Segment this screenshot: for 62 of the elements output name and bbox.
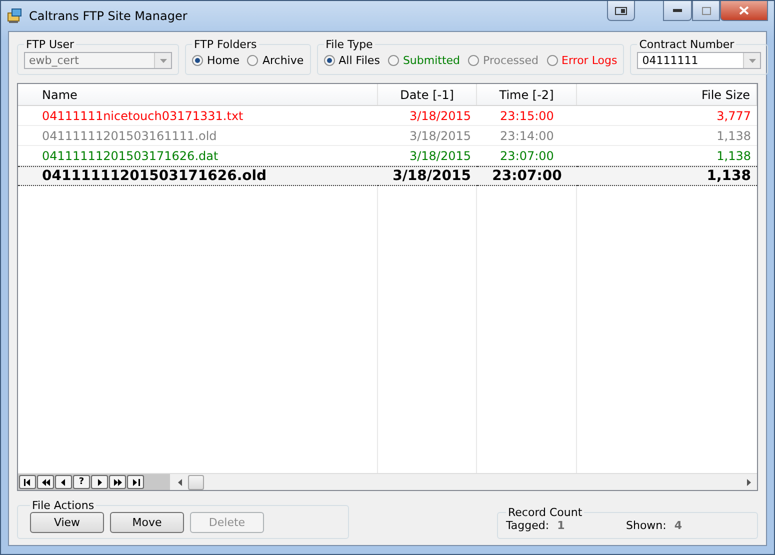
contract-dropdown[interactable]: 04111111 bbox=[637, 52, 762, 69]
radio-option[interactable]: All Files bbox=[324, 54, 380, 67]
table-cell[interactable]: 04111111201503171626.old bbox=[18, 166, 378, 186]
prev-page-icon bbox=[40, 478, 50, 486]
group-label: FTP Folders bbox=[193, 38, 258, 51]
table-cell[interactable]: 23:07:00 bbox=[477, 146, 577, 166]
minimize-icon bbox=[673, 9, 682, 12]
table-cell[interactable]: 23:07:00 bbox=[477, 166, 577, 186]
nav-button[interactable] bbox=[55, 475, 72, 489]
table-cell[interactable]: 3/18/2015 bbox=[378, 126, 477, 146]
column-header[interactable]: Time [-2] bbox=[477, 84, 577, 105]
scroll-left-icon bbox=[178, 478, 182, 486]
group-label: File Actions bbox=[31, 499, 96, 512]
nav-button[interactable] bbox=[37, 475, 54, 489]
column-header[interactable]: Date [-1] bbox=[378, 84, 477, 105]
table-cell[interactable]: 3/18/2015 bbox=[378, 146, 477, 166]
nav-button[interactable] bbox=[109, 475, 126, 489]
group-label: Record Count bbox=[507, 506, 584, 519]
tagged-label: Tagged: bbox=[506, 519, 550, 532]
radio-option[interactable]: Submitted bbox=[388, 54, 460, 67]
table-cell[interactable]: 04111111201503171626.dat bbox=[18, 146, 378, 166]
radio-option[interactable]: Error Logs bbox=[546, 54, 618, 67]
shown-count: 4 bbox=[674, 519, 682, 532]
window-icon bbox=[615, 6, 627, 14]
scroll-thumb[interactable] bbox=[188, 474, 204, 490]
radio-option[interactable]: Archive bbox=[247, 54, 304, 67]
caret-icon bbox=[160, 58, 166, 62]
find-button[interactable]: ? bbox=[73, 475, 90, 489]
table-cell[interactable]: 3/18/2015 bbox=[378, 106, 477, 126]
action-button[interactable]: View bbox=[30, 512, 104, 533]
radio-option[interactable]: Processed bbox=[468, 54, 539, 67]
nav-button[interactable] bbox=[91, 475, 108, 489]
column-header[interactable]: Name bbox=[18, 84, 378, 105]
close-icon bbox=[739, 6, 749, 15]
close-button[interactable] bbox=[720, 1, 768, 21]
last-icon bbox=[130, 478, 140, 486]
radio-option[interactable]: Home bbox=[192, 54, 240, 67]
nav-button[interactable] bbox=[127, 475, 144, 489]
table-cell[interactable]: 3/18/2015 bbox=[378, 166, 477, 186]
maximize-icon bbox=[702, 6, 710, 14]
table-cell[interactable]: 23:14:00 bbox=[477, 126, 577, 146]
minimize-button[interactable] bbox=[663, 1, 692, 21]
group-label: File Type bbox=[324, 38, 374, 51]
nav-button[interactable] bbox=[19, 475, 36, 489]
first-icon bbox=[22, 478, 32, 486]
shown-label: Shown: bbox=[626, 519, 666, 532]
table-cell[interactable]: 1,138 bbox=[577, 166, 757, 186]
column-header[interactable]: File Size bbox=[577, 84, 757, 105]
table-cell[interactable]: 23:15:00 bbox=[477, 106, 577, 126]
group-label: Contract Number bbox=[638, 38, 736, 51]
caret-icon bbox=[748, 58, 756, 62]
tagged-count: 1 bbox=[557, 519, 565, 532]
table-cell[interactable]: 04111111201503161111.old bbox=[18, 126, 378, 146]
layout-button[interactable] bbox=[607, 1, 635, 21]
action-button[interactable]: Move bbox=[110, 512, 184, 533]
app-icon bbox=[7, 8, 23, 24]
maximize-button[interactable] bbox=[692, 1, 720, 21]
window-title: Caltrans FTP Site Manager bbox=[29, 9, 188, 23]
group-label: FTP User bbox=[25, 38, 76, 51]
scroll-right-icon bbox=[747, 478, 751, 486]
next-page-icon bbox=[112, 478, 122, 486]
table-cell[interactable]: 04111111nicetouch03171331.txt bbox=[18, 106, 378, 126]
